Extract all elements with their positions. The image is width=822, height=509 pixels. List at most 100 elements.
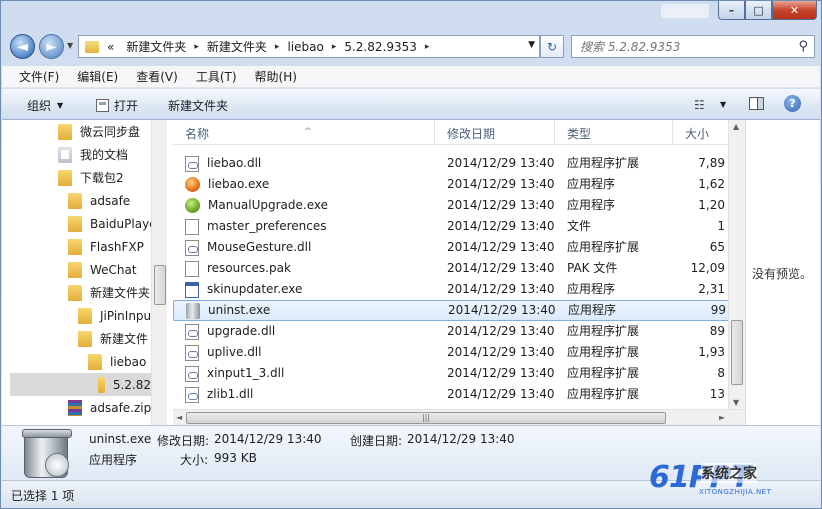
nav-item-flashfxp[interactable]: FlashFXP (68, 235, 144, 258)
menu-help[interactable]: 帮助(H) (246, 68, 306, 85)
file-name: upgrade.dll (207, 324, 276, 338)
column-header-label: 类型 (567, 127, 592, 141)
folder-icon (98, 376, 105, 393)
menu-edit[interactable]: 编辑(E) (68, 68, 127, 85)
file-size: 2,31 (698, 282, 725, 296)
preview-pane: 没有预览。 (745, 120, 820, 425)
nav-item-liebao[interactable]: liebao (88, 350, 146, 373)
file-date: 2014/12/29 13:40 (447, 240, 555, 254)
file-date: 2014/12/29 13:40 (447, 387, 555, 401)
nav-item-new-folder[interactable]: 新建文件夹 (68, 281, 150, 304)
file-row[interactable]: resources.pak 2014/12/29 13:40 PAK 文件 12… (173, 258, 745, 279)
breadcrumb-item[interactable]: liebao (281, 40, 329, 54)
nav-item-label: adsafe.zip (90, 400, 151, 415)
scroll-up-icon[interactable]: ▲ (733, 122, 739, 131)
file-size: 99 (710, 303, 726, 317)
open-button[interactable]: 打开 (96, 97, 138, 114)
scroll-down-icon[interactable]: ▼ (733, 398, 739, 407)
file-size: 8 (717, 366, 725, 380)
file-row[interactable]: skinupdater.exe 2014/12/29 13:40 应用程序 2,… (173, 279, 745, 300)
file-date: 2014/12/29 13:40 (447, 156, 555, 170)
views-dropdown[interactable]: ▼ (720, 100, 726, 109)
breadcrumb-separator-icon[interactable]: ▸ (273, 42, 282, 52)
nav-item-jipininput[interactable]: JiPinInpu (78, 304, 151, 327)
file-row-selected[interactable]: uninst.exe 2014/12/29 13:40 应用程序 99 (173, 300, 745, 321)
folder-icon (68, 238, 82, 255)
breadcrumb-item[interactable]: 新建文件夹 (120, 38, 192, 55)
column-header-type[interactable]: 类型 (555, 120, 673, 145)
file-row[interactable]: liebao.exe 2014/12/29 13:40 应用程序 1,62 (173, 174, 745, 195)
file-type: 应用程序扩展 (567, 324, 640, 338)
close-button[interactable]: ✕ (772, 1, 817, 20)
file-row[interactable]: upgrade.dll 2014/12/29 13:40 应用程序扩展 89 (173, 321, 745, 342)
breadcrumb-separator-icon[interactable]: ▸ (330, 42, 339, 52)
file-list-horizontal-scrollbar[interactable]: ◄ ||| ► (173, 409, 745, 425)
maximize-button[interactable]: □ (745, 1, 772, 20)
file-row[interactable]: liebao.dll 2014/12/29 13:40 应用程序扩展 7,89 (173, 153, 745, 174)
nav-item-weiyun[interactable]: 微云同步盘 (58, 120, 140, 143)
back-button[interactable]: ◄ (10, 34, 35, 59)
file-list-vertical-scrollbar[interactable]: ▲ ▼ (728, 120, 745, 410)
breadcrumb-separator-icon[interactable]: ▸ (423, 42, 432, 52)
file-row[interactable]: ManualUpgrade.exe 2014/12/29 13:40 应用程序 … (173, 195, 745, 216)
vertical-scrollbar-thumb[interactable] (731, 320, 743, 385)
scroll-right-icon[interactable]: ► (719, 413, 725, 422)
recent-pages-dropdown[interactable]: ▼ (67, 41, 73, 50)
organize-button[interactable]: 组织 ▼ (27, 97, 63, 114)
new-folder-button[interactable]: 新建文件夹 (168, 97, 228, 114)
file-type: 文件 (567, 219, 592, 233)
breadcrumb-overflow[interactable]: « (107, 40, 120, 54)
file-row[interactable]: master_preferences 2014/12/29 13:40 文件 1 (173, 216, 745, 237)
search-icon[interactable]: ⚲ (798, 39, 808, 54)
nav-item-baiduplayer[interactable]: BaiduPlaye (68, 212, 151, 235)
search-box[interactable]: ⚲ (571, 35, 815, 58)
address-history-dropdown[interactable]: ▼ (528, 40, 535, 50)
nav-item-documents[interactable]: 我的文档 (58, 143, 128, 166)
watermark-cn-text: 系统之家 (701, 463, 757, 483)
search-input[interactable] (580, 39, 780, 54)
breadcrumb-item[interactable]: 新建文件夹 (201, 38, 273, 55)
dll-file-icon (185, 344, 199, 361)
preview-pane-icon[interactable] (749, 97, 764, 110)
nav-item-adsafe[interactable]: adsafe (68, 189, 130, 212)
file-row[interactable]: xinput1_3.dll 2014/12/29 13:40 应用程序扩展 8 (173, 363, 745, 384)
help-icon[interactable]: ? (784, 95, 801, 112)
nav-item-label: 5.2.82 (112, 377, 151, 392)
generic-file-icon (185, 218, 199, 235)
file-row[interactable]: MouseGesture.dll 2014/12/29 13:40 应用程序扩展… (173, 237, 745, 258)
column-header-row: 名称 ^ 修改日期 类型 大小 (173, 120, 745, 145)
file-name: uninst.exe (208, 303, 271, 317)
nav-item-adsafe-zip[interactable]: adsafe.zip (68, 396, 151, 419)
scroll-left-icon[interactable]: ◄ (176, 413, 182, 422)
menu-tools[interactable]: 工具(T) (187, 68, 246, 85)
refresh-button[interactable]: ↻ (540, 35, 564, 58)
column-header-name[interactable]: 名称 ^ (173, 120, 435, 145)
breadcrumb-item[interactable]: 5.2.82.9353 (338, 40, 423, 54)
forward-button[interactable]: ► (39, 34, 64, 59)
file-date: 2014/12/29 13:40 (447, 177, 555, 191)
column-header-date[interactable]: 修改日期 (435, 120, 555, 145)
breadcrumb-separator-icon[interactable]: ▸ (192, 42, 201, 52)
trash-can-icon (22, 429, 72, 478)
minimize-button[interactable]: – (718, 1, 745, 20)
file-row[interactable]: zlib1.dll 2014/12/29 13:40 应用程序扩展 13 (173, 384, 745, 405)
navigation-scrollbar[interactable] (151, 120, 167, 425)
nav-item-wechat[interactable]: WeChat (68, 258, 137, 281)
address-bar[interactable]: « 新建文件夹 ▸ 新建文件夹 ▸ liebao ▸ 5.2.82.9353 ▸… (78, 35, 540, 58)
dll-file-icon (185, 386, 199, 403)
navigation-scrollbar-thumb[interactable] (154, 265, 166, 305)
views-icon[interactable]: ☷ (694, 98, 705, 112)
nav-item-new-folder-2[interactable]: 新建文件 (78, 327, 148, 350)
nav-item-current-version[interactable]: 5.2.82 (10, 373, 151, 396)
file-name: xinput1_3.dll (207, 366, 285, 380)
menu-file[interactable]: 文件(F) (10, 68, 68, 85)
file-row[interactable]: uplive.dll 2014/12/29 13:40 应用程序扩展 1,93 (173, 342, 745, 363)
file-name: liebao.exe (208, 177, 270, 191)
file-type: 应用程序扩展 (567, 387, 640, 401)
breadcrumb: « 新建文件夹 ▸ 新建文件夹 ▸ liebao ▸ 5.2.82.9353 ▸ (107, 38, 431, 55)
documents-icon (58, 146, 72, 163)
horizontal-scrollbar-thumb[interactable]: ||| (186, 412, 666, 424)
file-size: 1,93 (698, 345, 725, 359)
menu-view[interactable]: 查看(V) (127, 68, 187, 85)
nav-item-downloads2[interactable]: 下载包2 (58, 166, 124, 189)
